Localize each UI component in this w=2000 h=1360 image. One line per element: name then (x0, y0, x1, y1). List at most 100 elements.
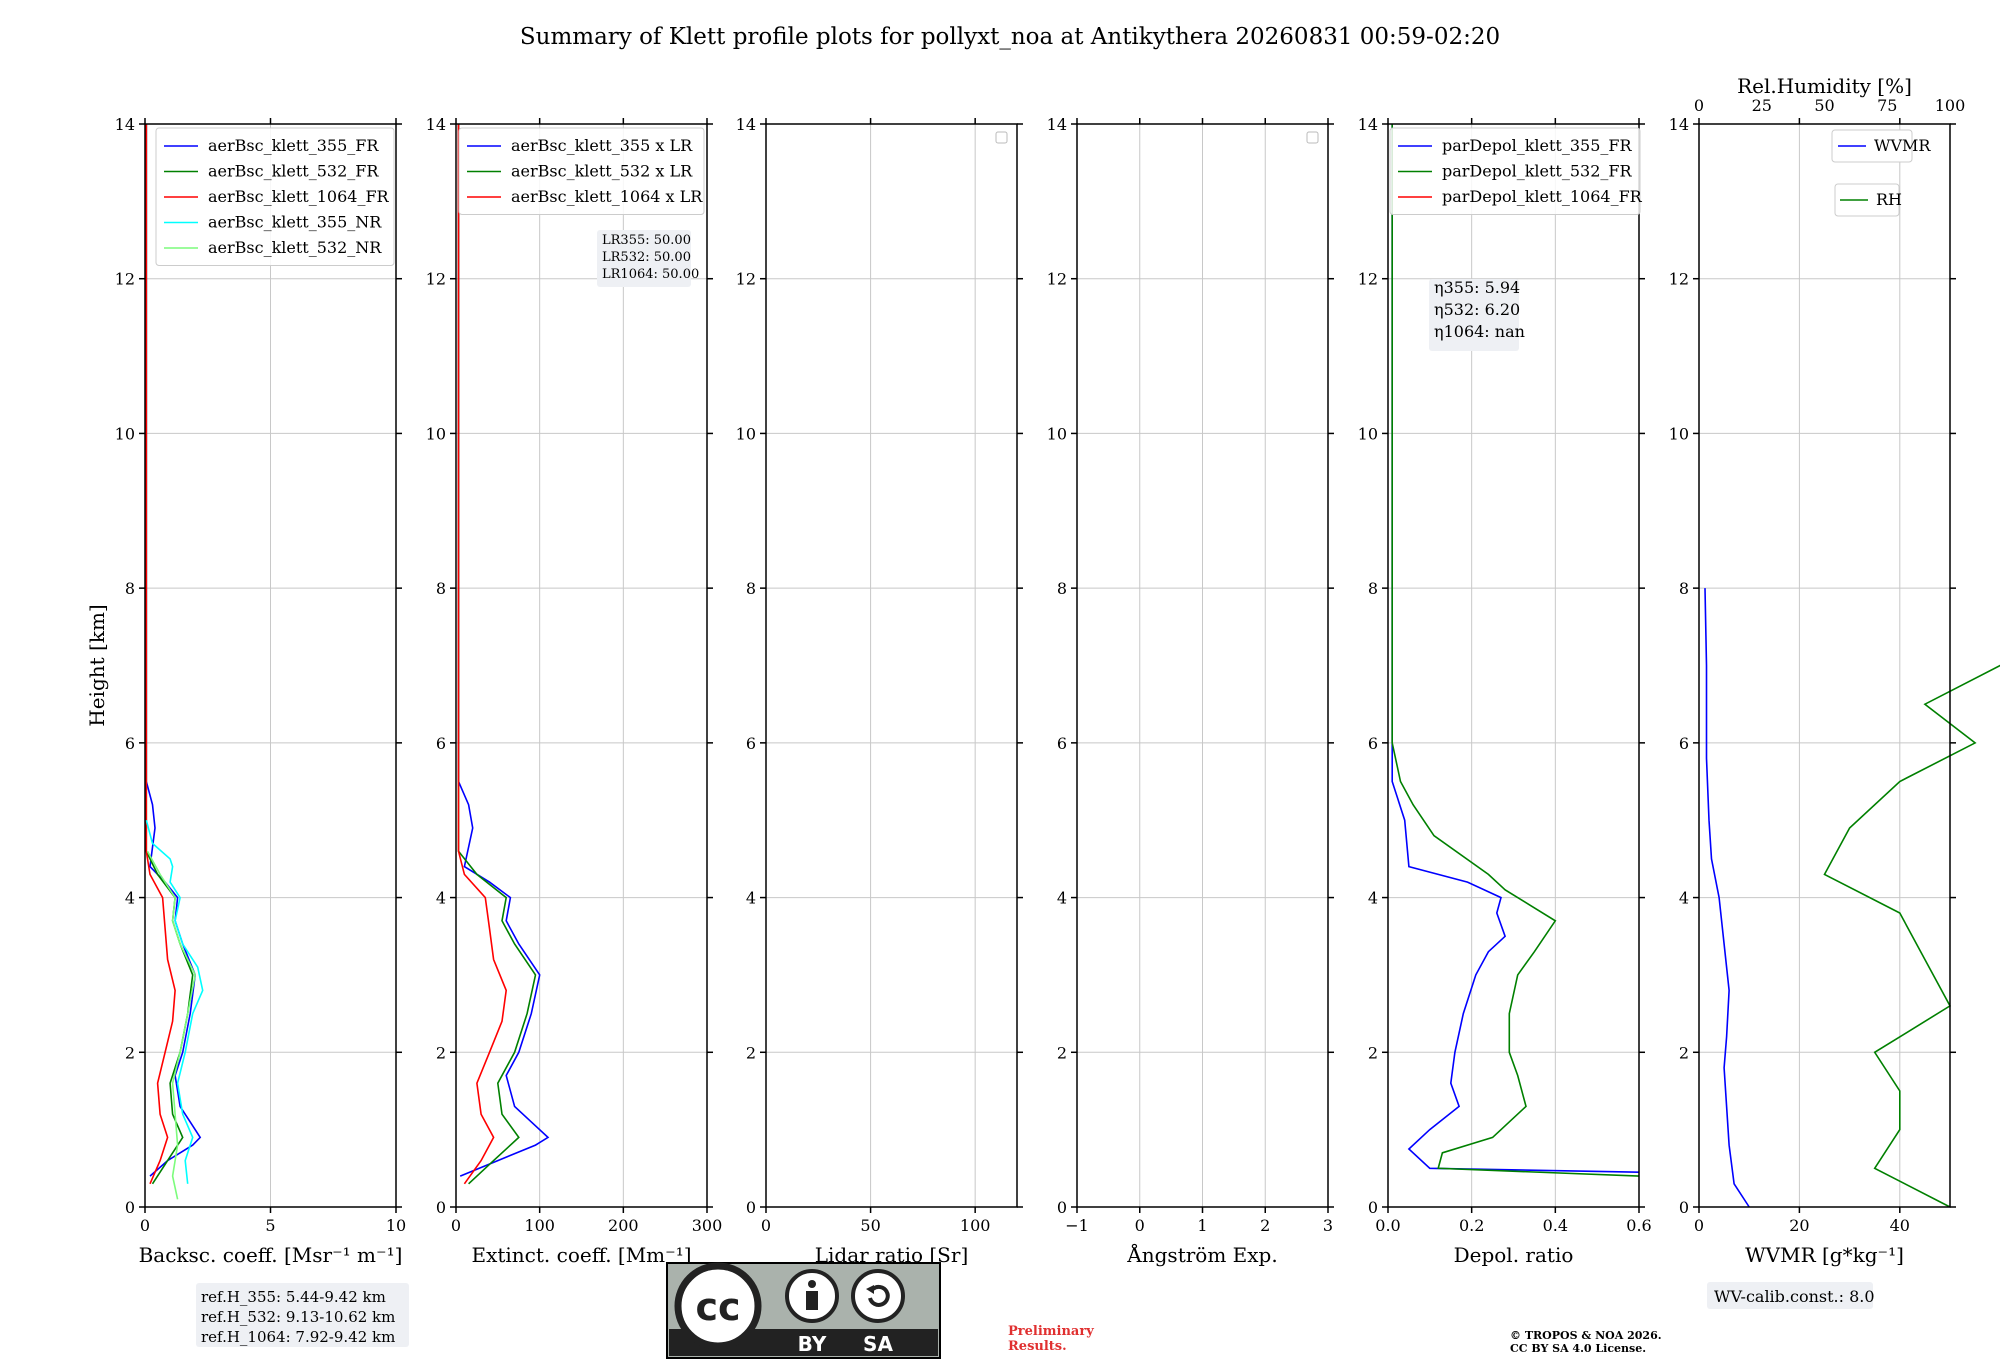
series-line-2 (1823, 664, 2000, 1208)
x-tick-label: 100 (960, 1216, 991, 1235)
y-tick-label: 10 (426, 424, 446, 443)
y-tick-label: 4 (1679, 889, 1689, 908)
series-line-3 (457, 124, 508, 1185)
x-tick-label: 0 (761, 1216, 771, 1235)
y-tick-label: 6 (436, 734, 446, 753)
sa-label: SA (863, 1332, 893, 1356)
annotation-line: LR1064: 50.00 (602, 267, 699, 282)
legend-label: RH (1876, 190, 1902, 209)
x-tick-label: 100 (524, 1216, 555, 1235)
y-tick-label: 8 (436, 579, 446, 598)
y-tick-label: 0 (436, 1198, 446, 1217)
y-tick-label: 0 (125, 1198, 135, 1217)
wv-calib-box: WV-calib.const.: 8.0 (1707, 1282, 1875, 1309)
note-line: © TROPOS & NOA 2026. (1510, 1329, 1662, 1342)
y-tick-label: 6 (125, 734, 135, 753)
y-tick-label: 10 (1669, 424, 1689, 443)
annotation-line: LR355: 50.00 (602, 233, 691, 248)
x-tick-label: 20 (1789, 1216, 1809, 1235)
panel-1: 0 5 10 0 2 4 6 8 10 12 14 Backsc. coeff. [Msr⁻¹ m⁻¹… (85, 115, 406, 1267)
legend-label: aerBsc_klett_532 x LR (511, 162, 693, 181)
legend-label: aerBsc_klett_355_NR (208, 213, 382, 232)
x-tick-label: 0.2 (1459, 1216, 1484, 1235)
x-tick-label: 200 (608, 1216, 639, 1235)
note-line: Preliminary (1008, 1324, 1094, 1339)
note-line: CC BY SA 4.0 License. (1510, 1342, 1646, 1355)
y-tick-label: 8 (1057, 579, 1067, 598)
x2-tick-label: 100 (1935, 96, 1966, 115)
x-tick-label: 1 (1197, 1216, 1207, 1235)
x2-tick-label: 0 (1694, 96, 1704, 115)
y-tick-label: 10 (1358, 424, 1378, 443)
x-tick-label: 0.6 (1626, 1216, 1651, 1235)
y-tick-label: 0 (1057, 1198, 1067, 1217)
y-tick-label: 2 (746, 1043, 756, 1062)
y-tick-label: 12 (115, 270, 135, 289)
y-tick-label: 8 (746, 579, 756, 598)
y-tick-label: 4 (436, 889, 446, 908)
y-tick-label: 14 (1047, 115, 1067, 134)
legend-label: WVMR (1874, 136, 1931, 155)
cc-license-badge: cc BY SA (666, 1262, 941, 1359)
y-tick-label: 6 (746, 734, 756, 753)
y-tick-label: 14 (736, 115, 756, 134)
legend-label: aerBsc_klett_532_FR (208, 162, 379, 181)
x-tick-label: 50 (860, 1216, 880, 1235)
x-tick-label: 5 (265, 1216, 275, 1235)
y-tick-label: 14 (115, 115, 135, 134)
y-tick-label: 14 (1669, 115, 1689, 134)
y-tick-label: 12 (1669, 270, 1689, 289)
note-line: Results. (1008, 1339, 1067, 1354)
y-tick-label: 0 (746, 1198, 756, 1217)
y-tick-label: 2 (1679, 1043, 1689, 1062)
plot-frame (1698, 123, 1951, 1208)
y-tick-label: 4 (746, 889, 756, 908)
y-tick-label: 6 (1368, 734, 1378, 753)
x-axis-label: Ångström Exp. (1126, 1242, 1277, 1267)
y-tick-label: 0 (1368, 1198, 1378, 1217)
y-tick-label: 12 (736, 270, 756, 289)
y-tick-label: 8 (1368, 579, 1378, 598)
x-tick-label: 300 (692, 1216, 723, 1235)
ref-height-532: ref.H_532: 9.13-10.62 km (201, 1308, 395, 1326)
x-axis-label: Backsc. coeff. [Msr⁻¹ m⁻¹] (139, 1243, 403, 1267)
copyright-note: © TROPOS & NOA 2026. CC BY SA 4.0 License… (1510, 1329, 1662, 1355)
y-tick-label: 6 (1679, 734, 1689, 753)
x-axis-label: Depol. ratio (1454, 1243, 1574, 1267)
legend-label: aerBsc_klett_355 x LR (511, 136, 693, 155)
x-tick-label: 0 (140, 1216, 150, 1235)
x2-tick-label: 75 (1877, 96, 1897, 115)
sa-sharealike-icon (851, 1269, 905, 1323)
panel-5: 0.0 0.2 0.4 0.6 0 2 4 6 8 10 12 14 Depol. ratio parDe… (1358, 115, 1652, 1267)
y-tick-label: 8 (125, 579, 135, 598)
legend-label: parDepol_klett_532_FR (1442, 162, 1633, 181)
annotation-line: η532: 6.20 (1434, 300, 1520, 319)
y-tick-label: 10 (1047, 424, 1067, 443)
empty-legend-box (995, 131, 1008, 144)
plot-frame (765, 123, 1018, 1208)
annotation-line: η1064: nan (1434, 322, 1525, 341)
legend-label: parDepol_klett_355_FR (1442, 136, 1633, 155)
y-tick-label: 14 (1358, 115, 1378, 134)
y-tick-label: 10 (736, 424, 756, 443)
panel-4: −1 0 1 2 302468101214Ångström Exp. (1047, 115, 1334, 1267)
annotation-line: η355: 5.94 (1434, 278, 1520, 297)
y-tick-label: 12 (1047, 270, 1067, 289)
empty-legend-box (1306, 131, 1319, 144)
y-tick-label: 4 (125, 889, 135, 908)
x-tick-label: 3 (1323, 1216, 1333, 1235)
by-label: BY (798, 1332, 827, 1356)
y-tick-label: 6 (1057, 734, 1067, 753)
x-tick-label: 0.4 (1543, 1216, 1568, 1235)
x-tick-label: 0 (451, 1216, 461, 1235)
x-tick-label: 0 (1694, 1216, 1704, 1235)
x-axis-label: WVMR [g*kg⁻¹] (1745, 1243, 1904, 1267)
y-tick-label: 0 (1679, 1198, 1689, 1217)
cc-icon-label: cc (695, 1285, 740, 1329)
y-tick-label: 2 (1057, 1043, 1067, 1062)
y-tick-label: 2 (1368, 1043, 1378, 1062)
legend-label: aerBsc_klett_1064 x LR (511, 187, 703, 206)
figure: Summary of Klett profile plots for polly… (85, 24, 2000, 1359)
y-tick-label: 12 (426, 270, 446, 289)
wv-calib-const: WV-calib.const.: 8.0 (1714, 1287, 1875, 1306)
